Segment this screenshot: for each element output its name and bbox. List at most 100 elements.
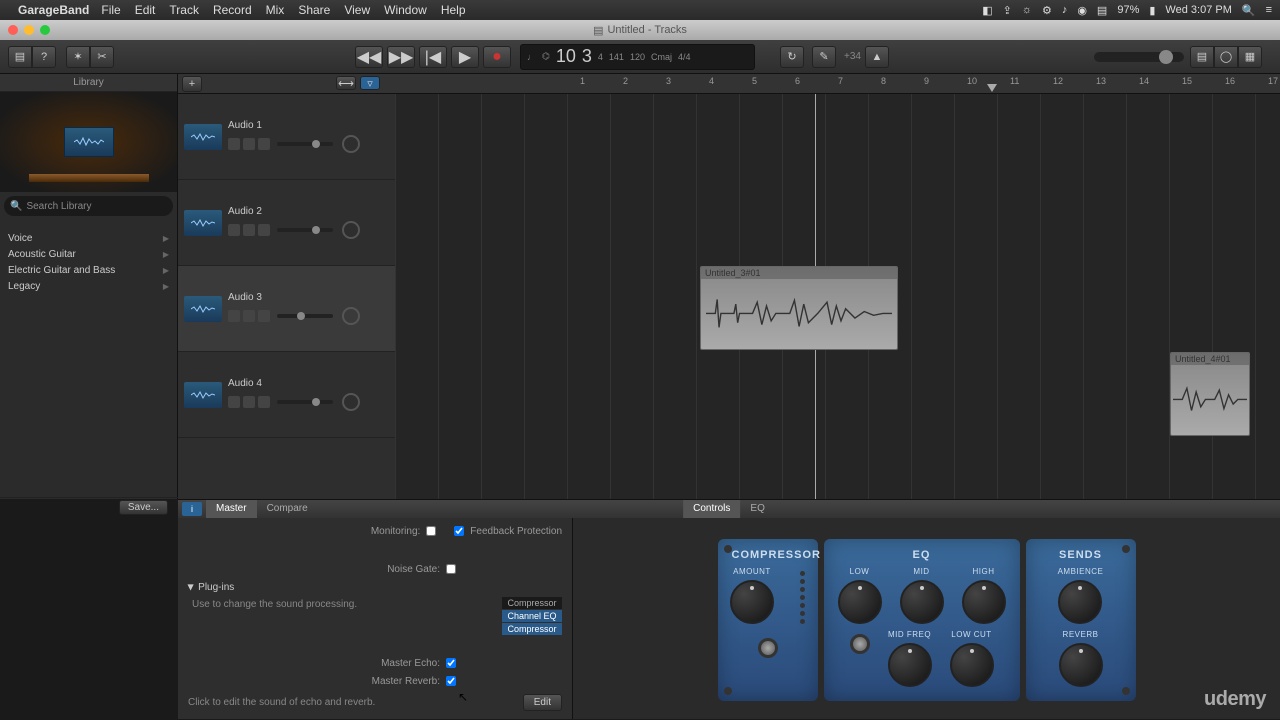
track-pan-knob[interactable] [342, 393, 360, 411]
audio-region-3[interactable]: Untitled_3#01 [700, 266, 898, 350]
lcd-signature[interactable]: 4/4 [678, 52, 691, 62]
eq-low-cut-knob[interactable] [950, 643, 994, 687]
controls-tab[interactable]: Controls [683, 500, 740, 518]
count-in-button[interactable]: ▲ [865, 46, 889, 68]
status-icon[interactable]: ◧ [982, 4, 992, 17]
eq-tab[interactable]: EQ [740, 500, 774, 518]
library-item-legacy[interactable]: Legacy▶ [0, 278, 177, 294]
menu-share[interactable]: Share [298, 3, 330, 17]
ambience-knob[interactable] [1058, 580, 1102, 624]
media-browser-button[interactable]: ▦ [1238, 46, 1262, 68]
eq-jack[interactable] [850, 634, 870, 654]
zoom-window-button[interactable] [40, 25, 50, 35]
plugin-slot[interactable]: Compressor [502, 623, 562, 635]
solo-button[interactable] [243, 396, 255, 408]
minimize-window-button[interactable] [24, 25, 34, 35]
master-volume-slider[interactable] [1094, 52, 1184, 62]
track-pan-knob[interactable] [342, 307, 360, 325]
mute-button[interactable] [228, 138, 240, 150]
smart-controls-button[interactable]: ✶ [66, 46, 90, 68]
track-pan-knob[interactable] [342, 221, 360, 239]
input-button[interactable] [258, 310, 270, 322]
inspector-toggle-button[interactable]: i [182, 502, 202, 516]
mute-button[interactable] [228, 224, 240, 236]
lcd-bar[interactable]: 10 [556, 46, 576, 67]
menu-help[interactable]: Help [441, 3, 466, 17]
bluetooth-icon[interactable]: ⚙ [1042, 4, 1052, 17]
track-header-1[interactable]: Audio 1 [178, 94, 395, 180]
close-window-button[interactable] [8, 25, 18, 35]
add-track-button[interactable]: + [182, 76, 202, 92]
eq-high-knob[interactable] [962, 580, 1006, 624]
lcd-key[interactable]: Cmaj [651, 52, 672, 62]
lcd-div[interactable]: 4 [598, 52, 603, 62]
feedback-checkbox[interactable] [454, 526, 464, 536]
master-reverb-checkbox[interactable] [446, 676, 456, 686]
track-pan-knob[interactable] [342, 135, 360, 153]
notification-icon[interactable]: ≡ [1266, 4, 1272, 16]
eq-mid-knob[interactable] [900, 580, 944, 624]
track-volume-slider[interactable] [277, 400, 333, 404]
battery-percent[interactable]: 97% [1117, 4, 1139, 16]
compressor-amount-knob[interactable] [730, 580, 774, 624]
quick-help-button[interactable]: ? [32, 46, 56, 68]
wifi-icon[interactable]: ◉ [1077, 4, 1087, 17]
airplay-icon[interactable]: ▤ [1097, 4, 1107, 17]
library-item-voice[interactable]: Voice▶ [0, 230, 177, 246]
track-header-2[interactable]: Audio 2 [178, 180, 395, 266]
input-button[interactable] [258, 138, 270, 150]
volume-icon[interactable]: ♪ [1062, 4, 1068, 16]
sync-icon[interactable]: ☼ [1022, 4, 1032, 16]
input-button[interactable] [258, 224, 270, 236]
battery-icon[interactable]: ▮ [1149, 4, 1155, 17]
loop-browser-button[interactable]: ◯ [1214, 46, 1238, 68]
menu-edit[interactable]: Edit [135, 3, 156, 17]
track-header-3[interactable]: Audio 3 [178, 266, 395, 352]
solo-button[interactable] [243, 310, 255, 322]
reverb-knob[interactable] [1059, 643, 1103, 687]
compare-button[interactable]: Compare [257, 500, 318, 518]
clock[interactable]: Wed 3:07 PM [1165, 4, 1231, 16]
plugin-slot[interactable]: Channel EQ [502, 610, 562, 622]
library-item-acoustic-guitar[interactable]: Acoustic Guitar▶ [0, 246, 177, 262]
lcd-tick[interactable]: 141 [609, 52, 624, 62]
app-name[interactable]: GarageBand [18, 3, 89, 17]
playhead-icon[interactable] [987, 84, 997, 92]
compressor-jack[interactable] [758, 638, 778, 658]
library-item-electric-guitar[interactable]: Electric Guitar and Bass▶ [0, 262, 177, 278]
tuner-button[interactable]: ✎ [812, 46, 836, 68]
menu-mix[interactable]: Mix [266, 3, 285, 17]
cycle-button[interactable]: ↻ [780, 46, 804, 68]
menu-window[interactable]: Window [384, 3, 427, 17]
track-volume-slider[interactable] [277, 314, 333, 318]
rewind-button[interactable]: ◀◀ [355, 46, 383, 68]
monitoring-checkbox[interactable] [426, 526, 436, 536]
plugins-section[interactable]: ▶Plug-ins [178, 578, 572, 597]
track-volume-slider[interactable] [277, 228, 333, 232]
library-toggle-button[interactable]: ▤ [8, 46, 32, 68]
menu-view[interactable]: View [344, 3, 370, 17]
lcd-display[interactable]: ♩ ⌬ 10 3 4 141 120 Cmaj 4/4 [520, 44, 755, 70]
menu-file[interactable]: File [101, 3, 120, 17]
lcd-tempo[interactable]: 120 [630, 52, 645, 62]
editors-button[interactable]: ✂ [90, 46, 114, 68]
timeline-ruler[interactable]: 1 2 3 4 5 6 7 8 9 10 11 12 13 14 15 16 1… [570, 74, 1280, 93]
lcd-beat[interactable]: 3 [582, 46, 592, 67]
master-tab[interactable]: Master [206, 500, 257, 518]
audio-region-4[interactable]: Untitled_4#01 [1170, 352, 1250, 436]
play-button[interactable]: ▶ [451, 46, 479, 68]
timeline[interactable]: Untitled_3#01 Untitled_4#01 [395, 94, 1280, 499]
record-button[interactable]: ● [483, 46, 511, 68]
notepad-button[interactable]: ▤ [1190, 46, 1214, 68]
edit-button[interactable]: Edit [523, 694, 562, 711]
library-save-button[interactable]: Save... [119, 500, 168, 515]
spotlight-icon[interactable]: 🔍 [1242, 4, 1256, 17]
snap-button[interactable]: ▿ [360, 76, 380, 90]
plugin-slot[interactable]: Compressor [502, 597, 562, 609]
track-header-4[interactable]: Audio 4 [178, 352, 395, 438]
menu-track[interactable]: Track [169, 3, 199, 17]
forward-button[interactable]: ▶▶ [387, 46, 415, 68]
noise-gate-checkbox[interactable] [446, 564, 456, 574]
library-search-input[interactable]: 🔍 Search Library [4, 196, 173, 216]
master-echo-checkbox[interactable] [446, 658, 456, 668]
